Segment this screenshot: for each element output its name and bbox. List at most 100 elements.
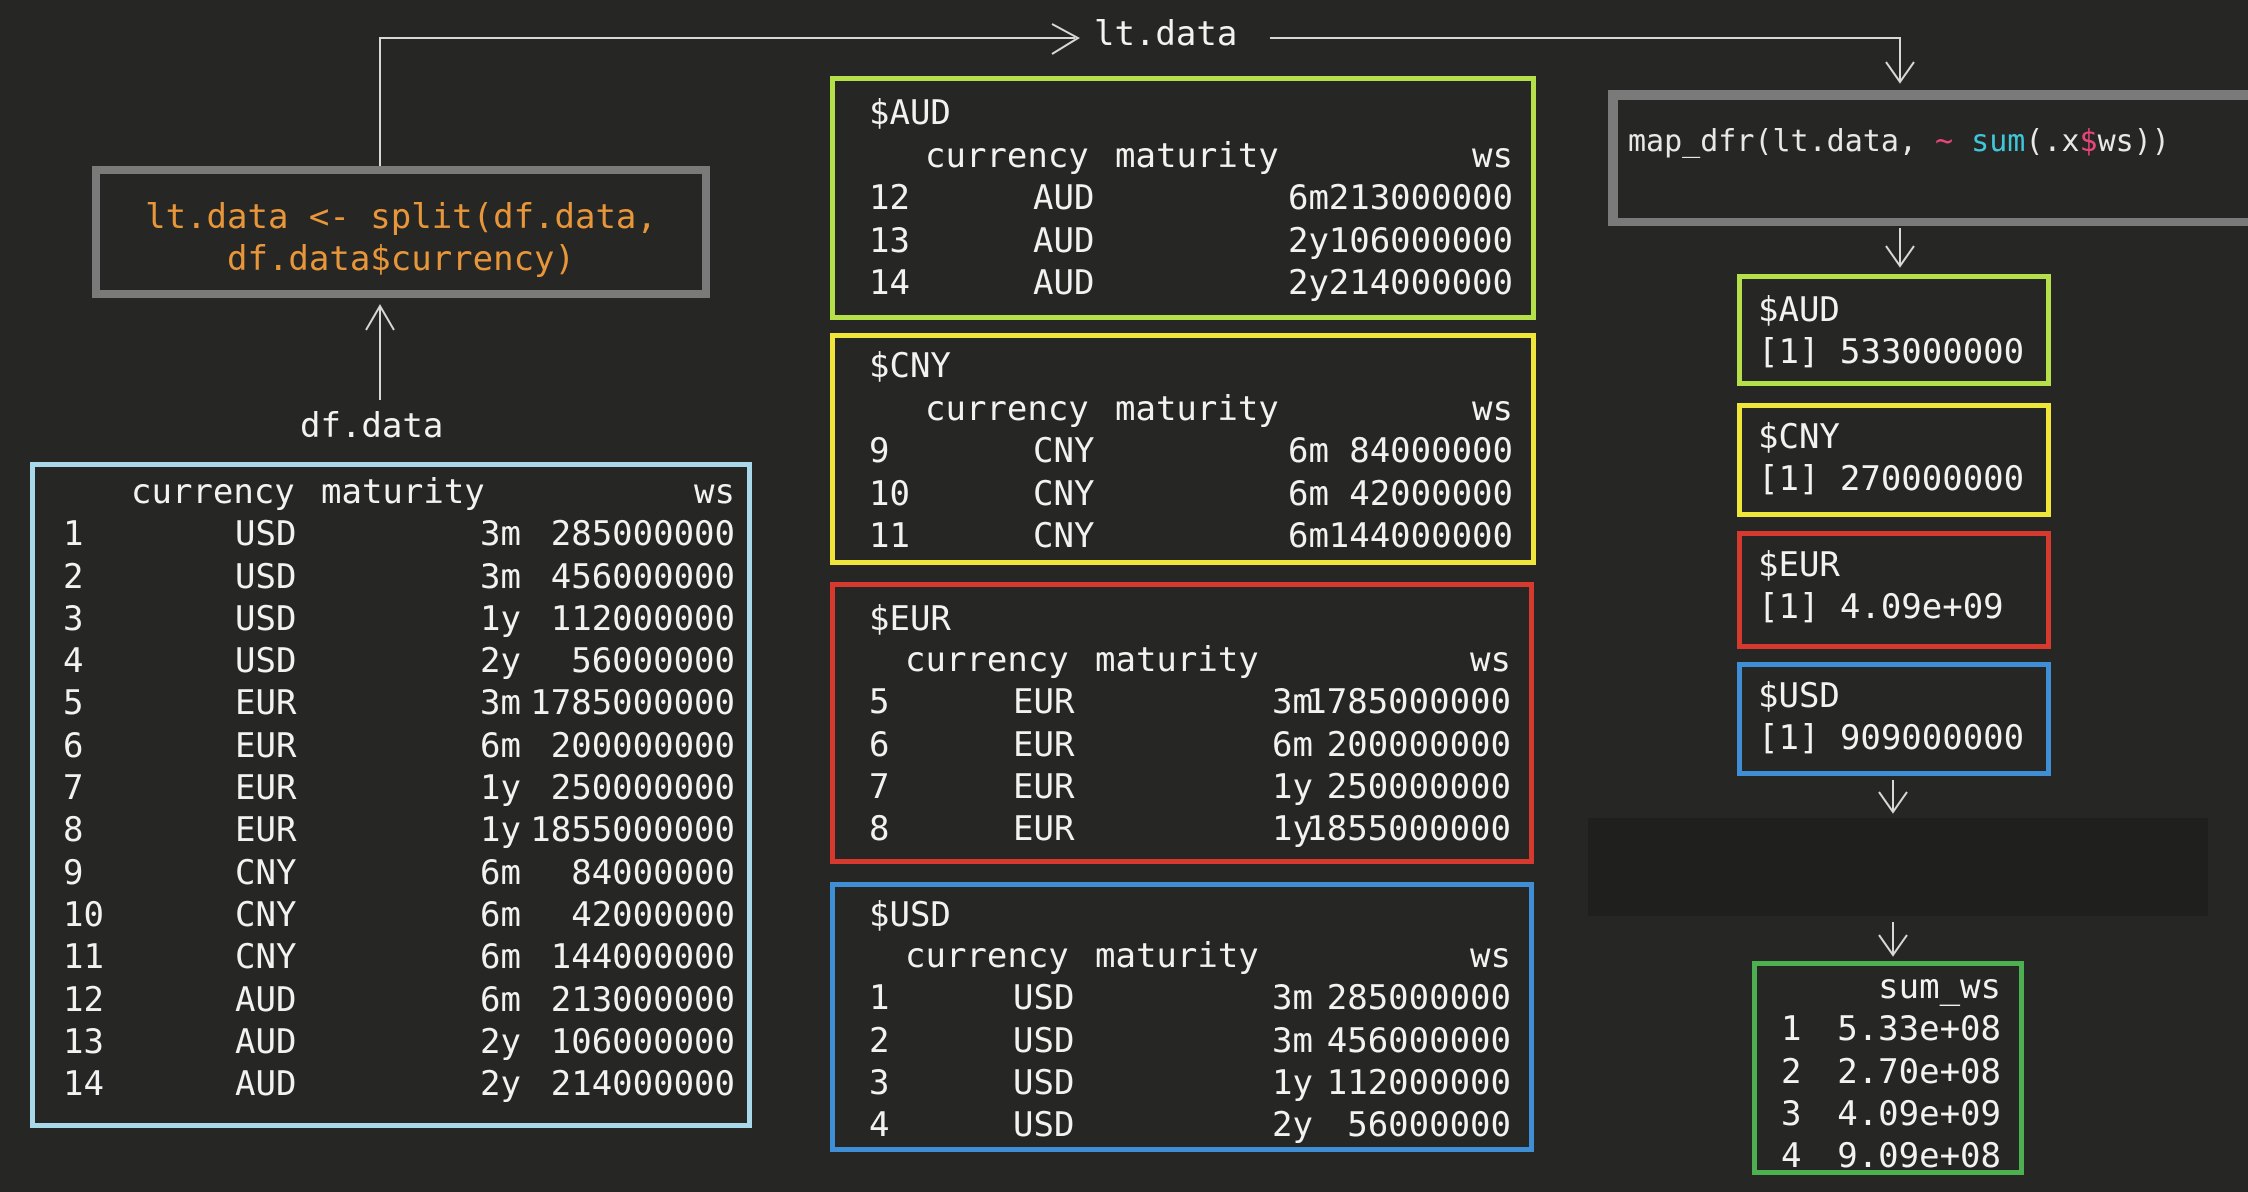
table-row: 5 EUR 3m 1785000000 <box>35 682 747 724</box>
table-header: currency maturity ws <box>35 471 747 513</box>
row-index: 4 <box>63 641 84 682</box>
ws-cell: 84000000 <box>571 852 735 893</box>
column-header: sum_ws <box>1878 967 2001 1007</box>
sum-cny-value: [1] 270000000 <box>1758 459 2025 499</box>
df-data-table: currency maturity ws 1 USD 3m 285000000 2 USD 3m 4… <box>30 462 752 1128</box>
column-header: ws <box>1470 936 1511 976</box>
table-row: 7 EUR 1y 250000000 <box>35 767 747 809</box>
sum-ws-table: sum_ws 1 5.33e+08 2 2.70e+08 3 4.09e+09 4 9.09e+… <box>1752 961 2024 1176</box>
row-index: 10 <box>869 473 910 514</box>
sum-aud-title: $AUD <box>1758 290 1840 330</box>
column-header: maturity <box>321 472 485 512</box>
row-index: 7 <box>869 766 890 807</box>
currency-cell: EUR <box>235 683 297 724</box>
sum-ws-cell: 5.33e+08 <box>1837 1009 2001 1050</box>
row-index: 8 <box>63 810 84 851</box>
column-header: ws <box>1472 136 1513 176</box>
row-index: 14 <box>63 1064 104 1105</box>
ws-cell: 106000000 <box>1328 220 1513 261</box>
ws-cell: 1785000000 <box>530 683 735 724</box>
sum-eur: $EUR [1] 4.09e+09 <box>1737 531 2051 649</box>
ws-cell: 456000000 <box>550 556 735 597</box>
sum-usd-value: [1] 909000000 <box>1758 718 2025 758</box>
ws-cell: 456000000 <box>1326 1020 1511 1061</box>
group-usd-title: $USD <box>869 895 951 935</box>
ws-cell: 214000000 <box>550 1064 735 1105</box>
map-code: map_dfr(lt.data, ~ sum(.x$ws)) <box>1628 124 2170 159</box>
maturity-cell: 2y <box>480 641 521 682</box>
table-row: 14 AUD 2y 214000000 <box>835 262 1531 304</box>
group-aud-body: currency maturity ws 12 AUD 6m 213000000 13 AUD 2… <box>835 135 1531 304</box>
table-row: 1 USD 3m 285000000 <box>35 513 747 555</box>
maturity-cell: 6m <box>1288 473 1329 514</box>
row-index: 12 <box>63 979 104 1020</box>
ws-cell: 56000000 <box>1347 1105 1511 1146</box>
column-header: currency <box>905 936 1069 976</box>
table-row: 8 EUR 1y 1855000000 <box>35 809 747 851</box>
currency-cell: CNY <box>235 852 297 893</box>
row-index: 2 <box>869 1020 890 1061</box>
ws-cell: 1855000000 <box>1306 809 1511 850</box>
column-header: currency <box>905 640 1069 680</box>
table-row: 7 EUR 1y 250000000 <box>835 766 1529 808</box>
group-cny-body: currency maturity ws 9 CNY 6m 84000000 10 CNY 6m 4… <box>835 388 1531 557</box>
currency-cell: USD <box>1013 978 1075 1019</box>
group-cny: $CNY currency maturity ws 9 CNY 6m 84000000 10 C… <box>830 333 1536 565</box>
table-row: 1 USD 3m 285000000 <box>835 977 1529 1019</box>
maturity-cell: 2y <box>1272 1105 1313 1146</box>
table-row: 10 CNY 6m 42000000 <box>35 894 747 936</box>
row-index: 3 <box>63 598 84 639</box>
group-eur-body: currency maturity ws 5 EUR 3m 1785000000 6 EUR 6m… <box>835 639 1529 850</box>
ws-cell: 213000000 <box>550 979 735 1020</box>
table-row: 6 EUR 6m 200000000 <box>835 724 1529 766</box>
maturity-cell: 3m <box>1272 978 1313 1019</box>
sum-usd-title: $USD <box>1758 676 1840 716</box>
table-row: 10 CNY 6m 42000000 <box>835 473 1531 515</box>
ws-cell: 42000000 <box>1349 473 1513 514</box>
ws-cell: 42000000 <box>571 894 735 935</box>
table-row: 3 4.09e+09 <box>1757 1093 2019 1135</box>
currency-cell: CNY <box>1033 431 1095 472</box>
map-code-arg: (.x <box>2025 124 2080 159</box>
maturity-cell: 3m <box>480 683 521 724</box>
currency-cell: EUR <box>1013 682 1075 723</box>
row-index: 11 <box>869 515 910 556</box>
table-row: 4 USD 2y 56000000 <box>35 640 747 682</box>
table-header: sum_ws <box>1757 966 2019 1008</box>
ws-cell: 56000000 <box>571 641 735 682</box>
row-index: 13 <box>869 220 910 261</box>
sum-eur-title: $EUR <box>1758 545 1840 585</box>
maturity-cell: 3m <box>480 556 521 597</box>
table-header: currency maturity ws <box>835 388 1531 430</box>
table-row: 2 USD 3m 456000000 <box>35 556 747 598</box>
lt-data-label: lt.data <box>1094 14 1238 54</box>
ws-cell: 144000000 <box>1328 515 1513 556</box>
group-cny-title: $CNY <box>869 346 951 386</box>
ws-cell: 214000000 <box>1328 262 1513 303</box>
currency-cell: USD <box>1013 1062 1075 1103</box>
currency-cell: USD <box>235 641 297 682</box>
table-row: 12 AUD 6m 213000000 <box>35 979 747 1021</box>
table-row: 11 CNY 6m 144000000 <box>35 936 747 978</box>
currency-cell: AUD <box>235 1021 297 1062</box>
column-header: ws <box>1470 640 1511 680</box>
column-header: ws <box>1472 389 1513 429</box>
ws-cell: 106000000 <box>550 1021 735 1062</box>
ws-cell: 84000000 <box>1349 431 1513 472</box>
row-index: 6 <box>869 724 890 765</box>
table-row: 9 CNY 6m 84000000 <box>35 852 747 894</box>
maturity-cell: 2y <box>480 1064 521 1105</box>
table-row: 2 2.70e+08 <box>1757 1051 2019 1093</box>
currency-cell: USD <box>1013 1105 1075 1146</box>
maturity-cell: 2y <box>480 1021 521 1062</box>
table-row: 9 CNY 6m 84000000 <box>835 430 1531 472</box>
sum-aud: $AUD [1] 533000000 <box>1737 274 2051 386</box>
map-code-fn: sum <box>1971 124 2026 159</box>
table-header: currency maturity ws <box>835 135 1531 177</box>
row-index: 7 <box>63 768 84 809</box>
row-index: 11 <box>63 937 104 978</box>
df-data-label: df.data <box>300 406 444 446</box>
split-code-line2: df.data$currency) <box>227 239 575 279</box>
map-code-prefix: map_dfr(lt.data, <box>1628 124 1936 159</box>
sum-eur-value: [1] 4.09e+09 <box>1758 587 2004 627</box>
